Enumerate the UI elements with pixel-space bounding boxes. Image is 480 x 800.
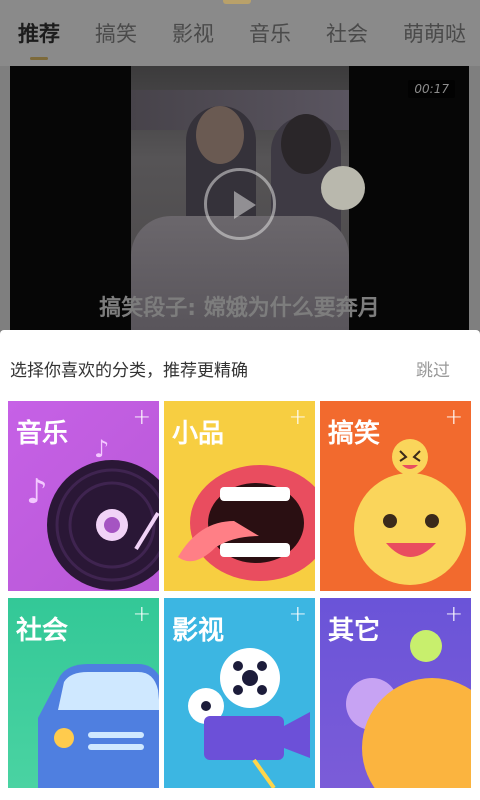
category-label: 社会: [16, 616, 69, 646]
category-card-film[interactable]: 影视 +: [164, 598, 315, 788]
video-title: 搞笑段子: 嫦娥为什么要奔月: [99, 296, 380, 321]
play-icon[interactable]: [204, 168, 276, 240]
tab-society[interactable]: 社会: [326, 0, 403, 66]
category-card-sketch[interactable]: 小品 +: [164, 401, 315, 591]
svg-text:♪: ♪: [26, 472, 48, 512]
category-card-funny[interactable]: 搞笑 +: [320, 401, 471, 591]
category-picker-sheet: 选择你喜欢的分类，推荐更精确 跳过 音乐 + ♪ ♪ 小品 + 搞笑 + 社会 …: [0, 330, 480, 800]
video-duration: 00:17: [408, 80, 455, 98]
video-player[interactable]: 00:17 搞笑段子: 嫦娥为什么要奔月: [10, 66, 469, 330]
plus-icon[interactable]: +: [289, 405, 307, 430]
tab-funny[interactable]: 搞笑: [95, 0, 172, 66]
category-card-other[interactable]: 其它 +: [320, 598, 471, 788]
category-card-music[interactable]: 音乐 + ♪ ♪: [8, 401, 159, 591]
plus-icon[interactable]: +: [289, 602, 307, 627]
plus-icon[interactable]: +: [445, 602, 463, 627]
category-label: 搞笑: [328, 419, 381, 449]
plus-icon[interactable]: +: [445, 405, 463, 430]
category-tab-bar: 推荐 搞笑 影视 音乐 社会 萌萌哒: [0, 0, 480, 66]
svg-text:♪: ♪: [94, 435, 109, 463]
tab-cute[interactable]: 萌萌哒: [403, 0, 480, 66]
category-label: 其它: [328, 616, 381, 646]
category-label: 小品: [172, 419, 225, 449]
plus-icon[interactable]: +: [133, 405, 151, 430]
category-card-society[interactable]: 社会 +: [8, 598, 159, 788]
sheet-title: 选择你喜欢的分类，推荐更精确: [10, 361, 248, 381]
tab-music[interactable]: 音乐: [249, 0, 326, 66]
category-label: 影视: [172, 616, 225, 646]
tab-film[interactable]: 影视: [172, 0, 249, 66]
category-grid: 音乐 + ♪ ♪ 小品 + 搞笑 + 社会 + 影视 + 其它 +: [8, 401, 472, 791]
skip-button[interactable]: 跳过: [416, 356, 450, 381]
tab-recommend[interactable]: 推荐: [18, 0, 95, 66]
plus-icon[interactable]: +: [133, 602, 151, 627]
category-label: 音乐: [16, 419, 69, 449]
